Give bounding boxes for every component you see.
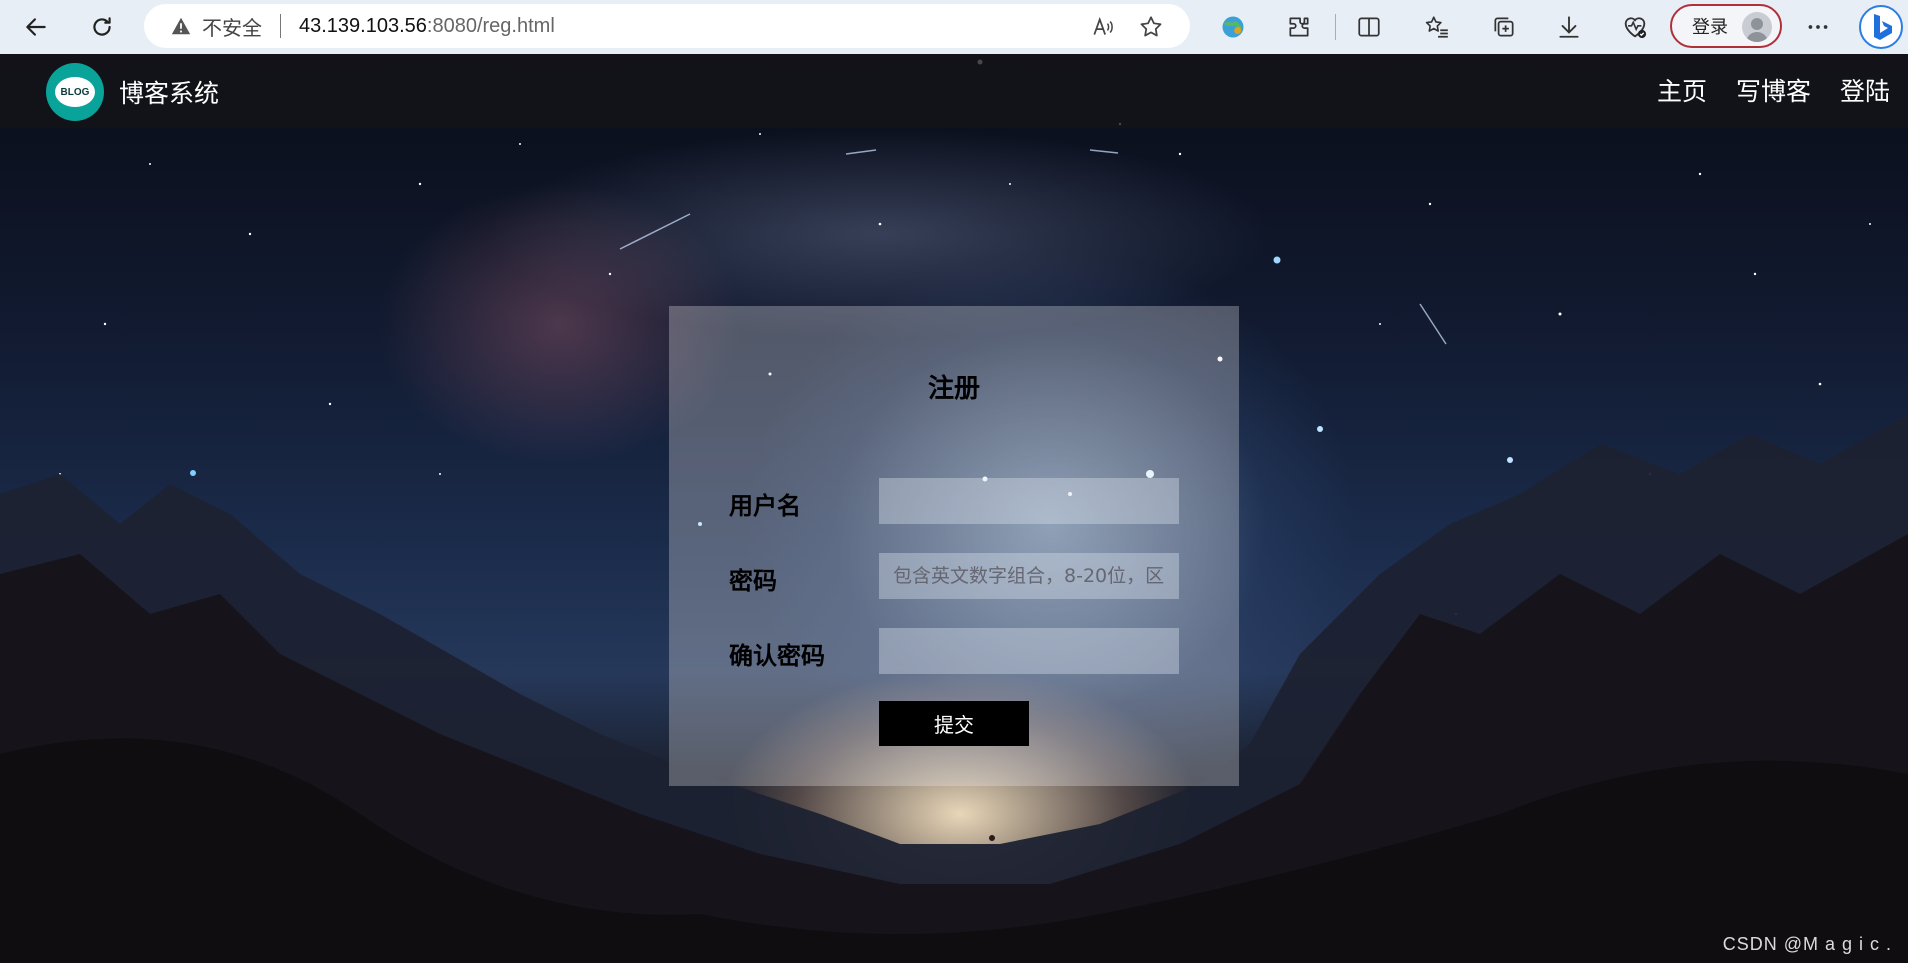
- extension-globe-icon[interactable]: [1216, 10, 1250, 44]
- browser-toolbar: 不安全 43.139.103.56:8080/reg.html 登录: [0, 0, 1908, 54]
- insecure-label[interactable]: 不安全: [202, 12, 262, 41]
- nav-links: 主页 写博客 登陆: [1628, 72, 1890, 108]
- more-options-icon[interactable]: [1801, 10, 1835, 44]
- download-icon[interactable]: [1552, 10, 1586, 44]
- username-input[interactable]: [879, 478, 1179, 524]
- register-card: 注册 用户名 密码 确认密码 提交: [669, 306, 1239, 786]
- favorite-star-icon[interactable]: [1136, 12, 1166, 42]
- submit-button[interactable]: 提交: [879, 701, 1029, 746]
- collections-icon[interactable]: [1487, 10, 1521, 44]
- site-navbar: BLOG 博客系统 主页 写博客 登陆: [0, 54, 1908, 128]
- address-bar[interactable]: 不安全 43.139.103.56:8080/reg.html: [144, 4, 1190, 48]
- profile-avatar-icon: [1742, 12, 1772, 42]
- url-host[interactable]: 43.139.103.56: [299, 15, 427, 38]
- password-row: 密码: [729, 553, 1179, 599]
- nav-link-home[interactable]: 主页: [1657, 72, 1707, 108]
- profile-login-label: 登录: [1692, 17, 1728, 38]
- warning-icon[interactable]: [170, 15, 192, 37]
- reload-button[interactable]: [82, 7, 122, 47]
- blog-logo[interactable]: BLOG: [46, 63, 104, 121]
- address-divider: [280, 14, 281, 38]
- reload-icon: [93, 17, 111, 36]
- confirm-password-row: 确认密码: [729, 628, 1179, 674]
- url-path[interactable]: :8080/reg.html: [427, 15, 555, 38]
- site-title: 博客系统: [119, 79, 220, 108]
- extensions-puzzle-icon[interactable]: [1282, 10, 1316, 44]
- back-arrow-icon: [26, 18, 46, 36]
- confirm-password-label: 确认密码: [729, 642, 825, 670]
- bing-copilot-icon[interactable]: [1858, 4, 1904, 50]
- confirm-password-input[interactable]: [879, 628, 1179, 674]
- page-background: BLOG 博客系统 主页 写博客 登陆 注册 用户名 密码 确认密码 提交 CS…: [0, 54, 1908, 963]
- toolbar-separator: [1335, 14, 1336, 40]
- password-input[interactable]: [879, 553, 1179, 599]
- csdn-watermark: CSDN @M a g i c .: [1722, 934, 1892, 954]
- nav-link-login[interactable]: 登陆: [1840, 72, 1890, 108]
- back-button[interactable]: [16, 7, 56, 47]
- password-label: 密码: [729, 567, 777, 595]
- username-label: 用户名: [729, 492, 801, 520]
- register-title: 注册: [927, 374, 980, 404]
- logo-bubble: BLOG: [55, 77, 95, 107]
- nav-link-write-blog[interactable]: 写博客: [1736, 72, 1811, 108]
- read-aloud-icon[interactable]: [1088, 12, 1118, 42]
- favorites-list-icon[interactable]: [1420, 10, 1454, 44]
- profile-login-button[interactable]: 登录: [1670, 4, 1782, 48]
- browser-essentials-heart-icon[interactable]: [1618, 10, 1652, 44]
- split-screen-icon[interactable]: [1352, 10, 1386, 44]
- username-row: 用户名: [729, 478, 1179, 524]
